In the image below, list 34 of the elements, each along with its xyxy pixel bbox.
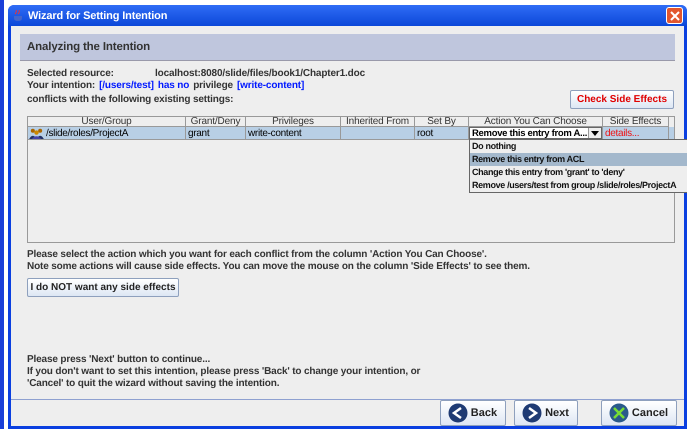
table-cell-text: /slide/roles/ProjectA — [45, 128, 128, 138]
table-cell-text: grant — [187, 128, 210, 138]
cross-icon[interactable] — [608, 403, 629, 423]
dropdown-option[interactable]: Change this entry from 'grant' to 'deny' — [470, 166, 687, 179]
resource-label: Selected resource: — [27, 68, 115, 78]
no-side-effects-button[interactable]: I do NOT want any side effects — [27, 278, 179, 297]
next-button[interactable]: Next — [514, 400, 578, 426]
window-title: Wizard for Setting Intention — [28, 10, 168, 22]
conflicts-text: conflicts with the following existing settings: — [27, 94, 234, 105]
footer-text: 'Cancel' to quit the wizard without saving the intention. — [27, 378, 280, 390]
cancel-button[interactable]: Cancel — [600, 400, 677, 426]
group-icon — [29, 128, 44, 138]
dropdown-option[interactable]: Do nothing — [470, 140, 687, 153]
intention-value: [/users/test] — [99, 80, 154, 90]
footer-text: If you don't want to set this intention, please press 'Back' to change your intention, or — [27, 366, 422, 378]
instruction-text: Note some actions will cause side effects. You can move the mouse on the column 'Side Effects' to see them. — [27, 261, 531, 273]
intention-text: Your intention: — [27, 80, 96, 90]
instruction-text: Please select the action which you want for each conflict from the column 'Action You Can Choose'. — [27, 249, 488, 261]
check-side-effects-button[interactable]: Check Side Effects — [570, 90, 674, 109]
close-button[interactable] — [666, 7, 683, 24]
back-button[interactable]: Back — [440, 400, 506, 426]
table-cell-text: root — [416, 128, 434, 138]
close-icon[interactable] — [670, 10, 680, 20]
intention-value: [write-content] — [236, 80, 304, 90]
table-cell-text: write-content — [247, 128, 302, 138]
dropdown-option[interactable]: Remove this entry from ACL — [470, 153, 687, 166]
footer-text: Please press 'Next' button to continue... — [27, 354, 212, 366]
intention-text: privilege — [193, 80, 233, 90]
resource-path: localhost:8080/slide/files/book1/Chapter1.doc — [155, 68, 365, 78]
cup-icon — [12, 10, 24, 22]
header-title: Analyzing the Intention — [27, 41, 150, 53]
intention-value: has no — [158, 80, 190, 90]
dropdown-arrow-icon[interactable] — [588, 128, 601, 138]
dropdown-option[interactable]: Remove /users/test from group /slide/roles/ProjectA — [470, 179, 687, 192]
